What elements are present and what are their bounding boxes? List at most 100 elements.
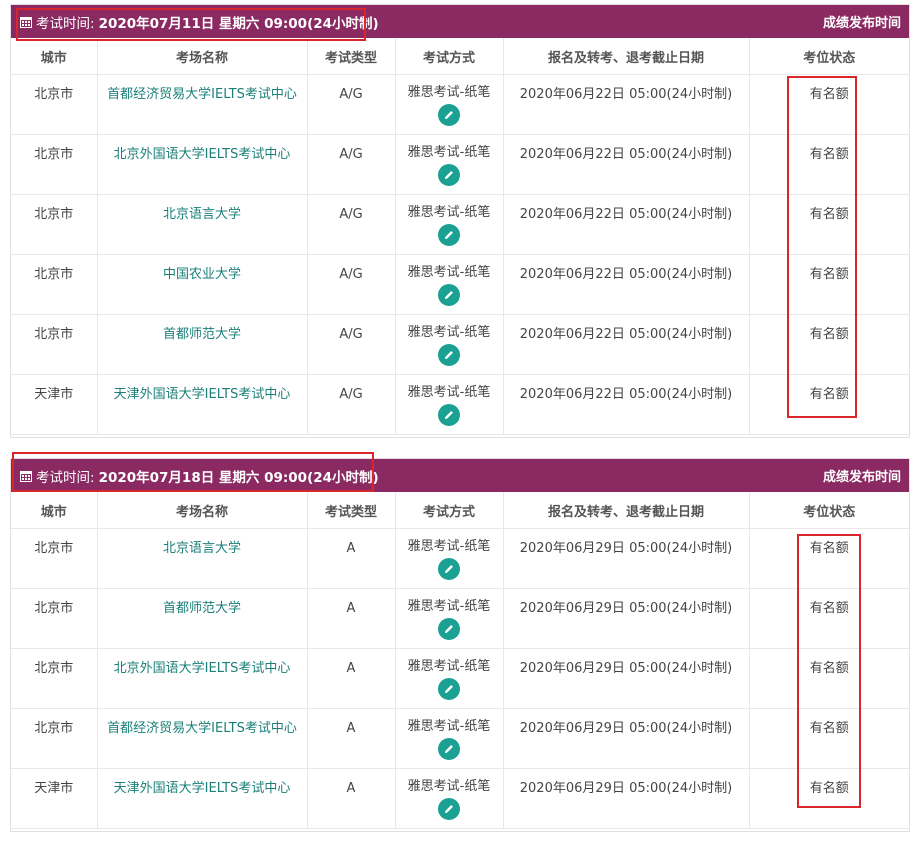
method-cell: 雅思考试-纸笔 xyxy=(395,374,504,435)
deadline: 2020年06月29日 05:00(24小时制) xyxy=(519,661,733,676)
table-body: 北京市 北京语言大学 A 雅思考试-纸笔 2020年06月29日 05:00(24小时制… xyxy=(11,528,909,829)
status-cell: 有名额 xyxy=(749,528,909,589)
city: 北京市 xyxy=(34,87,74,102)
type-cell: A/G xyxy=(307,314,396,375)
session-time-label: 考试时间: xyxy=(36,15,95,32)
status-badge: 有名额 xyxy=(809,147,849,162)
pencil-icon[interactable] xyxy=(438,104,460,126)
deadline-cell: 2020年06月22日 05:00(24小时制) xyxy=(503,254,750,315)
exam-type: A xyxy=(346,601,356,616)
col-method: 考试方式 xyxy=(395,492,504,529)
table-row: 天津市 天津外国语大学IELTS考试中心 A/G 雅思考试-纸笔 2020年06月22日… xyxy=(11,374,909,435)
venue-link[interactable]: 北京外国语大学IELTS考试中心 xyxy=(98,135,307,164)
deadline-cell: 2020年06月29日 05:00(24小时制) xyxy=(503,588,750,649)
venue-cell: 北京外国语大学IELTS考试中心 xyxy=(97,648,308,709)
venue-cell: 天津外国语大学IELTS考试中心 xyxy=(97,374,308,435)
venue-link[interactable]: 首都经济贸易大学IELTS考试中心 xyxy=(98,709,307,738)
type-cell: A xyxy=(307,588,396,649)
deadline: 2020年06月22日 05:00(24小时制) xyxy=(519,87,733,102)
score-release-link[interactable]: 成绩发布时间 xyxy=(823,12,901,31)
venue-cell: 北京语言大学 xyxy=(97,194,308,255)
exam-method: 雅思考试-纸笔 xyxy=(407,265,491,280)
pencil-icon[interactable] xyxy=(438,798,460,820)
exam-schedule-page: 考试时间: 2020年07月11日 星期六 09:00(24小时制) 成绩发布时… xyxy=(0,0,918,852)
exam-type: A/G xyxy=(339,267,363,282)
status-badge: 有名额 xyxy=(809,207,849,222)
city: 北京市 xyxy=(34,147,74,162)
pencil-icon[interactable] xyxy=(438,678,460,700)
pencil-icon[interactable] xyxy=(438,164,460,186)
venue-link[interactable]: 北京语言大学 xyxy=(98,195,307,224)
city-cell: 天津市 xyxy=(11,768,98,829)
venue-link[interactable]: 首都经济贸易大学IELTS考试中心 xyxy=(98,75,307,104)
venue-cell: 北京语言大学 xyxy=(97,528,308,589)
pencil-icon[interactable] xyxy=(438,558,460,580)
pencil-icon[interactable] xyxy=(438,738,460,760)
pencil-icon[interactable] xyxy=(438,618,460,640)
score-release-link[interactable]: 成绩发布时间 xyxy=(823,466,901,485)
status-cell: 有名额 xyxy=(749,708,909,769)
deadline-cell: 2020年06月22日 05:00(24小时制) xyxy=(503,314,750,375)
table-row: 北京市 北京语言大学 A/G 雅思考试-纸笔 2020年06月22日 05:00(24小… xyxy=(11,194,909,255)
method-cell: 雅思考试-纸笔 xyxy=(395,134,504,195)
session-header: 考试时间: 2020年07月11日 星期六 09:00(24小时制) 成绩发布时… xyxy=(11,5,909,38)
type-cell: A/G xyxy=(307,134,396,195)
city-cell: 北京市 xyxy=(11,314,98,375)
exam-method: 雅思考试-纸笔 xyxy=(407,385,491,400)
status-badge: 有名额 xyxy=(809,661,849,676)
method-cell: 雅思考试-纸笔 xyxy=(395,768,504,829)
pencil-icon[interactable] xyxy=(438,404,460,426)
pencil-icon[interactable] xyxy=(438,344,460,366)
status-badge: 有名额 xyxy=(809,781,849,796)
city: 北京市 xyxy=(34,327,74,342)
exam-method: 雅思考试-纸笔 xyxy=(407,659,491,674)
calendar-icon xyxy=(20,470,32,482)
pencil-icon[interactable] xyxy=(438,284,460,306)
table-row: 北京市 首都经济贸易大学IELTS考试中心 A 雅思考试-纸笔 2020年06月29日 … xyxy=(11,708,909,769)
venue-link[interactable]: 中国农业大学 xyxy=(98,255,307,284)
exam-session-2: 考试时间: 2020年07月18日 星期六 09:00(24小时制) 成绩发布时… xyxy=(10,458,910,832)
status-badge: 有名额 xyxy=(809,387,849,402)
status-cell: 有名额 xyxy=(749,374,909,435)
venue-table: 城市 考场名称 考试类型 考试方式 报名及转考、退考截止日期 考位状态 北京市北… xyxy=(11,492,909,829)
col-status: 考位状态 xyxy=(749,38,909,75)
type-cell: A/G xyxy=(307,254,396,315)
city: 天津市 xyxy=(34,781,74,796)
table-body: 北京市 首都经济贸易大学IELTS考试中心 A/G 雅思考试-纸笔 2020年06月22… xyxy=(11,74,909,435)
venue-link[interactable]: 天津外国语大学IELTS考试中心 xyxy=(98,375,307,404)
city: 天津市 xyxy=(34,387,74,402)
exam-method: 雅思考试-纸笔 xyxy=(407,599,491,614)
deadline-cell: 2020年06月29日 05:00(24小时制) xyxy=(503,648,750,709)
method-cell: 雅思考试-纸笔 xyxy=(395,194,504,255)
session-date: 2020年07月18日 星期六 09:00(24小时制) xyxy=(98,469,379,486)
calendar-icon xyxy=(20,16,32,28)
exam-type: A xyxy=(346,781,356,796)
method-cell: 雅思考试-纸笔 xyxy=(395,74,504,135)
venue-link[interactable]: 首都师范大学 xyxy=(98,315,307,344)
venue-cell: 首都经济贸易大学IELTS考试中心 xyxy=(97,708,308,769)
status-badge: 有名额 xyxy=(809,267,849,282)
city-cell: 北京市 xyxy=(11,708,98,769)
venue-cell: 首都师范大学 xyxy=(97,588,308,649)
type-cell: A/G xyxy=(307,74,396,135)
type-cell: A xyxy=(307,528,396,589)
col-method: 考试方式 xyxy=(395,38,504,75)
method-cell: 雅思考试-纸笔 xyxy=(395,528,504,589)
venue-link[interactable]: 北京语言大学 xyxy=(98,529,307,558)
venue-link[interactable]: 首都师范大学 xyxy=(98,589,307,618)
status-badge: 有名额 xyxy=(809,541,849,556)
col-city: 城市 xyxy=(11,492,98,529)
venue-link[interactable]: 北京外国语大学IELTS考试中心 xyxy=(98,649,307,678)
deadline-cell: 2020年06月22日 05:00(24小时制) xyxy=(503,374,750,435)
exam-type: A/G xyxy=(339,387,363,402)
deadline: 2020年06月29日 05:00(24小时制) xyxy=(519,781,733,796)
venue-link[interactable]: 天津外国语大学IELTS考试中心 xyxy=(98,769,307,798)
exam-type: A xyxy=(346,661,356,676)
pencil-icon[interactable] xyxy=(438,224,460,246)
status-cell: 有名额 xyxy=(749,648,909,709)
status-cell: 有名额 xyxy=(749,588,909,649)
deadline: 2020年06月22日 05:00(24小时制) xyxy=(519,387,733,402)
exam-type: A/G xyxy=(339,147,363,162)
status-cell: 有名额 xyxy=(749,74,909,135)
table-header-row: 城市 考场名称 考试类型 考试方式 报名及转考、退考截止日期 考位状态 xyxy=(11,492,909,529)
